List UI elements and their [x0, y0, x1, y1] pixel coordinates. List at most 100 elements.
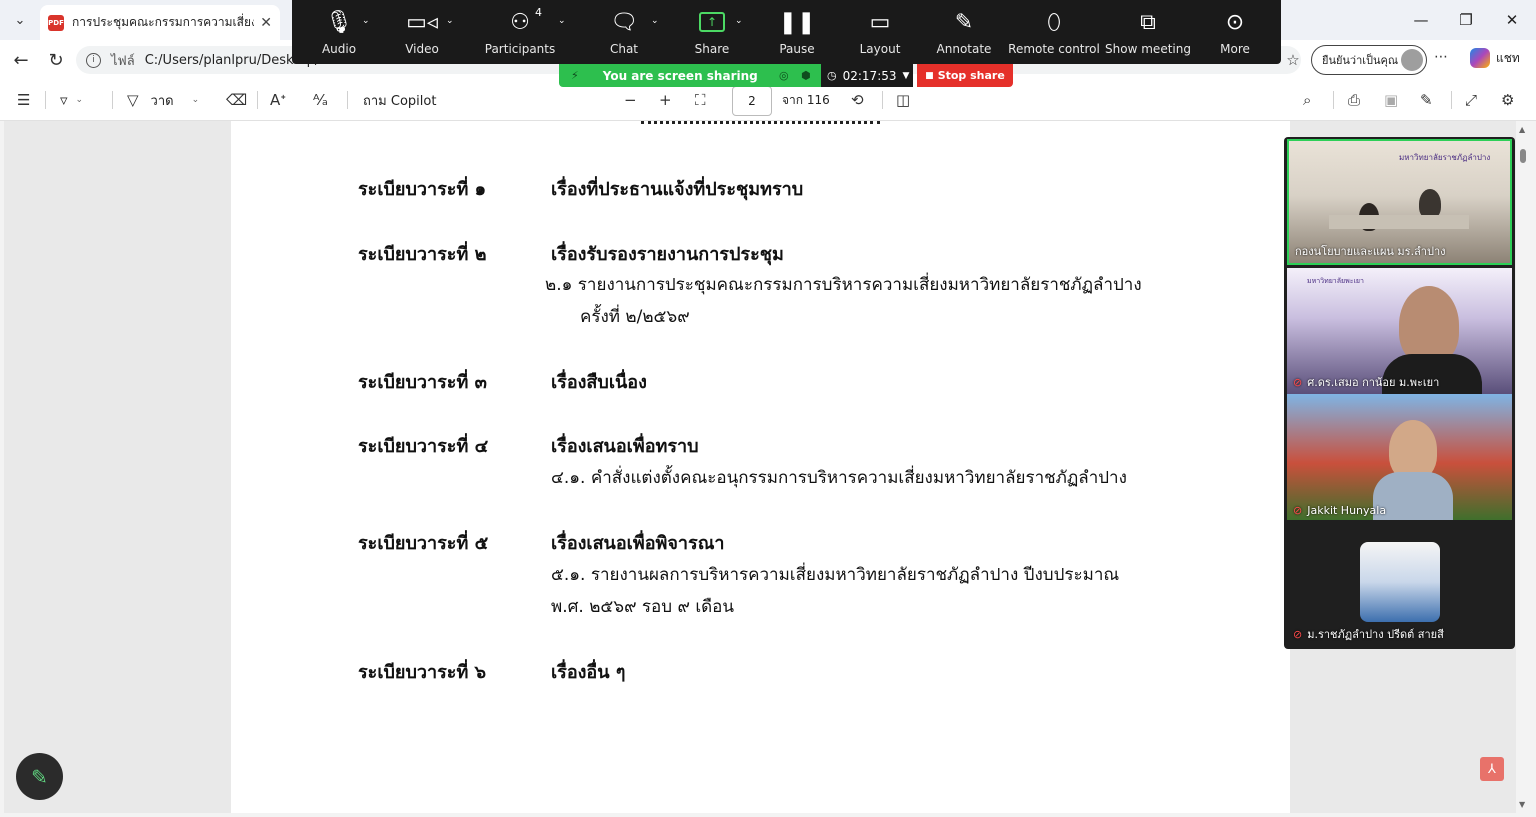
vertical-scrollbar[interactable]: ▲ ▼ — [1516, 121, 1532, 813]
participant-name-text: Jakkit Hunyala — [1307, 504, 1387, 517]
search-icon: ⌕ — [1303, 91, 1312, 109]
rotate-icon: ⟲ — [851, 91, 864, 109]
list-icon: ☰ — [17, 91, 31, 109]
copilot-chat-button[interactable]: แชท — [1470, 48, 1520, 68]
share-options-chevron-icon[interactable]: ⌄ — [735, 16, 743, 26]
agenda-label: ระเบียบวาระที่ ๑ — [358, 179, 486, 200]
zoom-in-button[interactable]: + — [659, 90, 672, 110]
toolbar-divider — [257, 91, 258, 109]
favorites-star-icon[interactable]: ☆ — [1280, 48, 1306, 72]
mouse-icon: ⬯ — [1047, 9, 1061, 35]
pause-button[interactable]: ❚❚ Pause — [778, 0, 816, 64]
pencil-icon: ✎ — [31, 764, 48, 789]
stop-square-icon: ■ — [925, 70, 934, 81]
video-camera-icon: ▭◃ — [406, 9, 438, 35]
agenda-label: ระเบียบวาระที่ ๒ — [358, 244, 487, 265]
video-button[interactable]: ▭◃ Video — [400, 0, 444, 64]
audio-label: Audio — [321, 42, 357, 56]
agenda-label: ระเบียบวาระที่ ๔ — [358, 436, 489, 457]
page-number-input[interactable]: 2 — [732, 86, 772, 116]
minimize-window-button[interactable]: — — [1401, 6, 1441, 34]
video-tile[interactable]: ⊘ ม.ราชภัฏลำปาง ปรีดต์ สายสี — [1287, 520, 1512, 646]
video-tile[interactable]: มหาวิทยาลัยราชภัฏลำปาง กองนโยบายและแผน ม… — [1287, 139, 1512, 265]
drag-handle-icon[interactable]: ⚡ — [571, 69, 579, 82]
zoom-out-button[interactable]: − — [624, 90, 637, 110]
participants-options-chevron-icon[interactable]: ⌄ — [558, 16, 566, 26]
highlight-button[interactable]: ▿ ⌄ — [60, 90, 83, 110]
backdrop-banner-text: มหาวิทยาลัยพะเยา — [1307, 277, 1364, 285]
agenda-item: ๕.๑. รายงานผลการบริหารความเสี่ยงมหาวิทยา… — [551, 565, 1120, 585]
layout-icon: ▭ — [869, 9, 891, 35]
stop-share-button[interactable]: ■ Stop share — [917, 64, 1013, 87]
page-total: จาก 116 — [782, 90, 830, 110]
draw-button[interactable]: ▽ วาด ⌄ — [127, 90, 199, 110]
info-icon[interactable]: i — [86, 52, 101, 68]
annotate-button[interactable]: ✎ Annotate — [936, 0, 992, 64]
plus-icon: + — [659, 91, 672, 109]
security-shield-icon: ⬢ — [801, 69, 811, 82]
annotate-label: Annotate — [936, 42, 992, 56]
video-label: Video — [405, 42, 439, 56]
ask-copilot-button[interactable]: ถาม Copilot — [363, 90, 436, 110]
rotate-button[interactable]: ⟲ — [851, 90, 864, 110]
settings-button[interactable]: ⚙ — [1501, 90, 1514, 110]
maximize-window-button[interactable]: ❐ — [1446, 6, 1486, 34]
audio-button[interactable]: 🎙︎ Audio — [316, 0, 362, 64]
draw-label: วาด — [150, 93, 174, 109]
page-view-button[interactable]: ◫ — [896, 90, 910, 110]
video-tile[interactable]: ⊘ Jakkit Hunyala — [1287, 394, 1512, 520]
close-tab-icon[interactable]: ✕ — [260, 15, 272, 31]
toolbar-divider — [1451, 91, 1452, 109]
share-label: Share — [694, 42, 730, 56]
participants-button[interactable]: ⚇ Participants — [485, 0, 556, 64]
contents-button[interactable]: ☰ — [17, 90, 30, 110]
translate-button[interactable]: ᴬ⁄ₐ — [313, 90, 328, 110]
print-button[interactable]: ⎙ — [1348, 90, 1360, 110]
profile-button[interactable]: ยืนยันว่าเป็นคุณ — [1311, 45, 1427, 75]
layout-button[interactable]: ▭ Layout — [859, 0, 901, 64]
show-meeting-button[interactable]: ⧉ Show meeting — [1105, 0, 1191, 64]
video-tile[interactable]: มหาวิทยาลัยพะเยา ⊘ ศ.ดร.เสมอ กาน้อย ม.พะเ… — [1287, 268, 1512, 394]
chat-button[interactable]: 🗨︎ Chat — [606, 0, 642, 64]
audio-options-chevron-icon[interactable]: ⌄ — [362, 16, 370, 26]
remote-control-button[interactable]: ⬯ Remote control — [1008, 0, 1100, 64]
muted-microphone-icon: ⊘ — [1293, 375, 1303, 389]
translate-icon: ᴬ⁄ₐ — [313, 91, 328, 109]
scroll-down-icon[interactable]: ▼ — [1519, 800, 1525, 809]
profile-label: ยืนยันว่าเป็นคุณ — [1322, 54, 1399, 67]
chevron-down-icon: ⌄ — [14, 12, 26, 28]
save-as-button[interactable]: ✎ — [1420, 90, 1433, 110]
participant-count-badge: 4 — [535, 6, 542, 19]
fit-page-button[interactable]: ⛶ — [695, 90, 706, 110]
scroll-up-icon[interactable]: ▲ — [1519, 125, 1525, 134]
participant-figure — [1399, 286, 1459, 364]
back-button[interactable]: ← — [8, 48, 34, 72]
meeting-timer[interactable]: ◷ 02:17:53 ▼ — [821, 64, 913, 87]
chat-options-chevron-icon[interactable]: ⌄ — [651, 16, 659, 26]
layout-label: Layout — [859, 42, 901, 56]
more-options-icon[interactable]: ⋯ — [1434, 49, 1448, 65]
chevron-down-icon: ⌄ — [75, 95, 84, 105]
share-button[interactable]: ↑ Share — [694, 0, 730, 64]
close-window-button[interactable]: ✕ — [1492, 6, 1532, 34]
reload-button[interactable]: ↻ — [43, 48, 69, 72]
participants-icon: ⚇ — [510, 9, 530, 35]
search-button[interactable]: ⌕ — [1303, 90, 1311, 110]
draw-floating-button[interactable]: ✎ — [16, 753, 63, 800]
more-button[interactable]: ⊙ More — [1218, 0, 1252, 64]
timer-value: 02:17:53 — [842, 68, 897, 83]
eraser-button[interactable]: ⌫ — [226, 90, 247, 110]
scrollbar-thumb[interactable] — [1520, 149, 1526, 163]
save-button[interactable]: ▣ — [1384, 90, 1398, 110]
fullscreen-button[interactable]: ⤢ — [1465, 90, 1477, 110]
agenda-item: ๔.๑. คำสั่งแต่งตั้งคณะอนุกรรมการบริหารคว… — [551, 468, 1127, 488]
browser-tab-active[interactable]: PDF การประชุมคณะกรรมการความเสี่ยง ครั้งท… — [40, 5, 280, 40]
microphone-icon: 🎙︎ — [325, 9, 353, 35]
read-aloud-button[interactable]: Aᐩ — [270, 90, 286, 110]
pen-draw-icon: ▽ — [127, 91, 139, 109]
tab-actions-menu-button[interactable]: ⌄ — [7, 7, 33, 33]
screen-sharing-banner[interactable]: ⚡ You are screen sharing ◎ ⬢ — [559, 64, 821, 87]
video-options-chevron-icon[interactable]: ⌄ — [446, 16, 454, 26]
acrobat-icon[interactable]: ⅄ — [1480, 757, 1504, 781]
status-ok-icon: ◎ — [779, 69, 789, 82]
